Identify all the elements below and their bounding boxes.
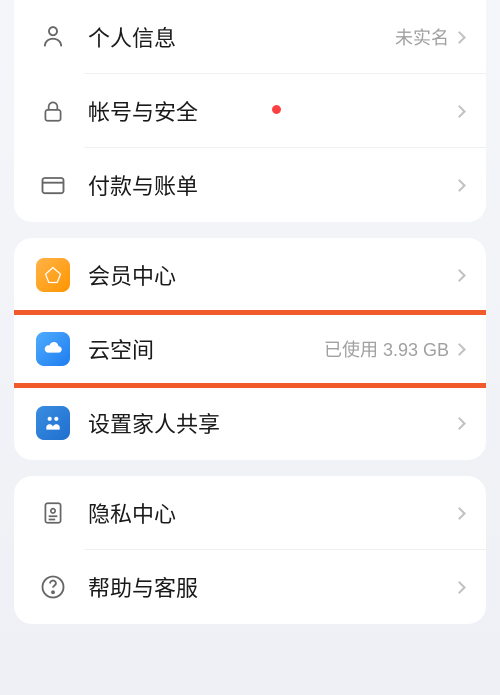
row-member-center[interactable]: 会员中心 bbox=[14, 238, 486, 312]
chevron-right-icon bbox=[453, 179, 466, 192]
cloud-space-label: 云空间 bbox=[88, 333, 324, 365]
chevron-right-icon bbox=[453, 581, 466, 594]
privacy-icon bbox=[36, 496, 70, 530]
chevron-right-icon bbox=[453, 343, 466, 356]
cloud-icon bbox=[36, 332, 70, 366]
chevron-right-icon bbox=[453, 269, 466, 282]
chevron-right-icon bbox=[453, 105, 466, 118]
privacy-center-label: 隐私中心 bbox=[88, 497, 455, 529]
chevron-right-icon bbox=[453, 507, 466, 520]
section-services: 会员中心 云空间 已使用 3.93 GB bbox=[14, 238, 486, 460]
row-privacy-center[interactable]: 隐私中心 bbox=[14, 476, 486, 550]
chevron-right-icon bbox=[453, 417, 466, 430]
row-cloud-space[interactable]: 云空间 已使用 3.93 GB bbox=[14, 312, 486, 386]
family-icon bbox=[36, 406, 70, 440]
lock-icon bbox=[36, 94, 70, 128]
cloud-space-value: 已使用 3.93 GB bbox=[324, 336, 449, 362]
row-payment-billing[interactable]: 付款与账单 bbox=[14, 148, 486, 222]
card-icon bbox=[36, 168, 70, 202]
row-family-sharing[interactable]: 设置家人共享 bbox=[14, 386, 486, 460]
family-sharing-label: 设置家人共享 bbox=[88, 407, 455, 439]
member-icon bbox=[36, 258, 70, 292]
member-center-label: 会员中心 bbox=[88, 259, 455, 291]
row-account-security[interactable]: 帐号与安全 bbox=[14, 74, 486, 148]
personal-info-label: 个人信息 bbox=[88, 21, 395, 53]
row-personal-info[interactable]: 个人信息 未实名 bbox=[14, 0, 486, 74]
section-account: 个人信息 未实名 帐号与安全 付款与账单 bbox=[14, 0, 486, 222]
personal-info-value: 未实名 bbox=[395, 24, 449, 50]
chevron-right-icon bbox=[453, 31, 466, 44]
notification-dot-icon bbox=[272, 105, 281, 114]
row-help-support[interactable]: 帮助与客服 bbox=[14, 550, 486, 624]
section-support: 隐私中心 帮助与客服 bbox=[14, 476, 486, 624]
help-support-label: 帮助与客服 bbox=[88, 571, 455, 603]
account-security-label: 帐号与安全 bbox=[88, 95, 262, 127]
person-icon bbox=[36, 20, 70, 54]
help-icon bbox=[36, 570, 70, 604]
payment-billing-label: 付款与账单 bbox=[88, 169, 455, 201]
